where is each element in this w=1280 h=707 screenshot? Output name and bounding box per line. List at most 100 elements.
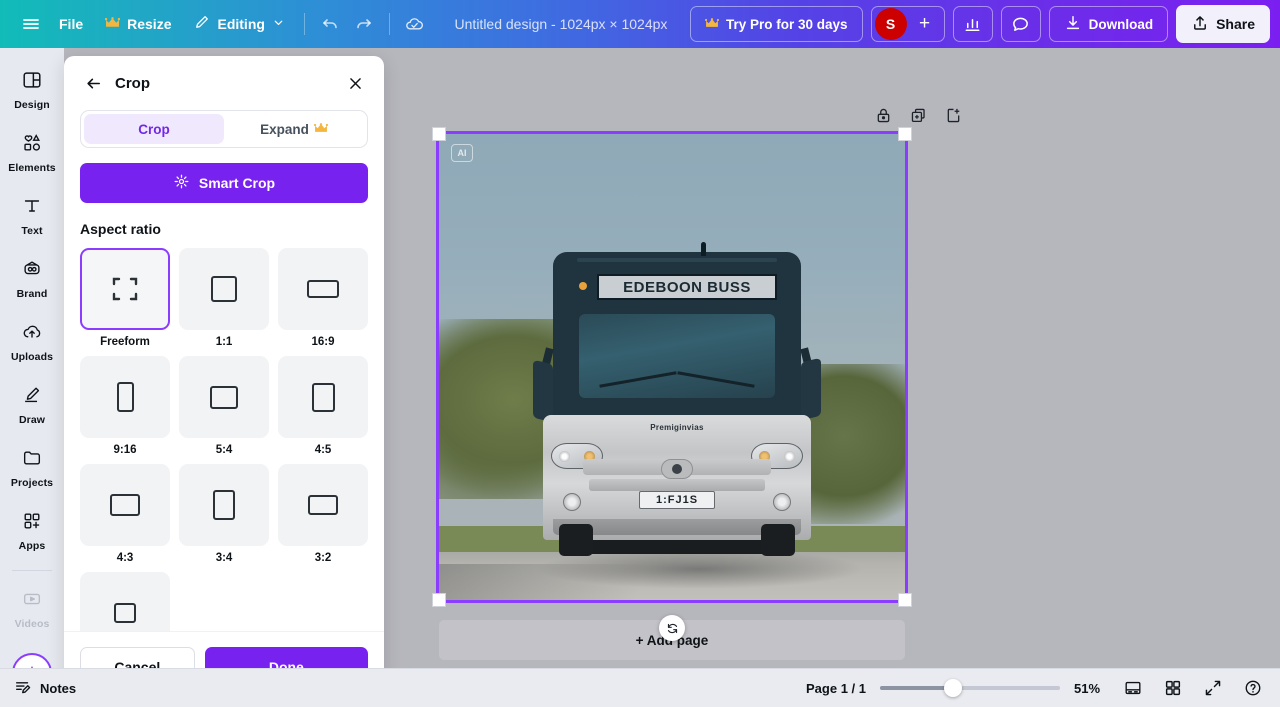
design-title[interactable]: Untitled design - 1024px × 1024px bbox=[455, 16, 668, 32]
rect-icon-4-3 bbox=[110, 494, 140, 516]
headlight-bulb-main-right bbox=[784, 450, 795, 462]
aspect-ratio-9-16[interactable]: 9:16 bbox=[80, 356, 170, 456]
crop-handle-bottom-left[interactable] bbox=[432, 593, 446, 607]
add-collaborator-button[interactable]: + bbox=[910, 8, 940, 40]
aspect-ratio-4-3[interactable]: 4:3 bbox=[80, 464, 170, 564]
back-arrow-icon[interactable] bbox=[80, 70, 106, 96]
zoom-slider[interactable] bbox=[880, 679, 1060, 697]
bottom-right-group: Page 1 / 1 51% bbox=[806, 675, 1280, 701]
sidebar-item-draw[interactable]: Draw bbox=[0, 377, 64, 433]
top-toolbar: File Resize Editing Untitled design - 10… bbox=[0, 0, 1280, 48]
crop-panel-header: Crop bbox=[64, 56, 384, 110]
aspect-ratio-freeform[interactable]: Freeform bbox=[80, 248, 170, 348]
notes-button[interactable]: Notes bbox=[0, 678, 76, 699]
lock-icon[interactable] bbox=[874, 106, 893, 125]
sidebar-item-brand-label: Brand bbox=[16, 288, 48, 300]
ai-badge: AI bbox=[451, 144, 473, 162]
tab-crop[interactable]: Crop bbox=[84, 114, 224, 144]
grid-view-icon[interactable] bbox=[1120, 675, 1146, 701]
sidebar-item-projects-label: Projects bbox=[10, 477, 54, 489]
notes-label: Notes bbox=[40, 680, 77, 696]
download-button[interactable]: Download bbox=[1048, 6, 1169, 42]
aspect-ratio-next-row-box bbox=[80, 572, 170, 631]
toolbar-left-group: File Resize Editing bbox=[0, 8, 432, 40]
try-pro-label: Try Pro for 30 days bbox=[726, 16, 848, 32]
close-icon[interactable] bbox=[342, 70, 368, 96]
bus-brand-text: Premiginvias bbox=[650, 423, 704, 432]
crop-handle-top-right[interactable] bbox=[898, 127, 912, 141]
editing-mode-button[interactable]: Editing bbox=[182, 8, 295, 40]
undo-icon[interactable] bbox=[313, 8, 347, 40]
foglight-right bbox=[773, 493, 791, 511]
sidebar-item-apps[interactable]: Apps bbox=[0, 503, 64, 559]
page-indicator: Page 1 / 1 bbox=[806, 680, 866, 696]
rect-icon-1-1 bbox=[211, 276, 237, 302]
sidebar-item-videos[interactable]: Videos bbox=[0, 581, 64, 637]
sidebar-item-brand[interactable]: Brand bbox=[0, 251, 64, 307]
crop-handle-top-left[interactable] bbox=[432, 127, 446, 141]
text-icon bbox=[21, 195, 43, 222]
insights-icon[interactable] bbox=[952, 6, 993, 42]
aspect-ratio-title: Aspect ratio bbox=[80, 221, 161, 237]
freeform-icon bbox=[112, 277, 138, 301]
help-icon[interactable] bbox=[1240, 675, 1266, 701]
rotate-handle-icon[interactable] bbox=[659, 615, 685, 641]
sidebar-item-design[interactable]: Design bbox=[0, 62, 64, 118]
aspect-ratio-4-5[interactable]: 4:5 bbox=[278, 356, 368, 456]
destination-sign: EDEBOON BUSS bbox=[597, 274, 777, 300]
pages-view-icon[interactable] bbox=[1160, 675, 1186, 701]
redo-icon[interactable] bbox=[347, 8, 381, 40]
aspect-ratio-1-1[interactable]: 1:1 bbox=[179, 248, 269, 348]
toolbar-divider bbox=[303, 13, 305, 35]
download-icon bbox=[1064, 14, 1082, 35]
aspect-ratio-5-4[interactable]: 5:4 bbox=[179, 356, 269, 456]
rect-icon-16-9 bbox=[307, 280, 339, 298]
tab-expand[interactable]: Expand bbox=[224, 114, 364, 144]
add-page-icon[interactable] bbox=[944, 106, 963, 125]
crop-panel-body: Crop Expand Smart Crop Aspect ratio Free… bbox=[64, 110, 384, 631]
apps-icon bbox=[21, 510, 43, 537]
crown-icon bbox=[104, 17, 121, 31]
aspect-ratio-1-1-box bbox=[179, 248, 269, 330]
resize-button[interactable]: Resize bbox=[94, 8, 182, 40]
aspect-ratio-next-row[interactable] bbox=[80, 572, 170, 631]
sidebar-item-elements-label: Elements bbox=[8, 162, 56, 174]
elements-icon bbox=[21, 132, 43, 159]
duplicate-page-icon[interactable] bbox=[909, 106, 928, 125]
cloud-saved-icon[interactable] bbox=[398, 8, 432, 40]
avatar[interactable]: S bbox=[874, 8, 907, 40]
grille-lower bbox=[589, 479, 765, 491]
aspect-ratio-5-4-box bbox=[179, 356, 269, 438]
canva-editor: File Resize Editing Untitled design - 10… bbox=[0, 0, 1280, 707]
comment-icon[interactable] bbox=[1000, 6, 1041, 42]
sidebar-item-elements[interactable]: Elements bbox=[0, 125, 64, 181]
crop-expand-tabs: Crop Expand bbox=[80, 110, 368, 148]
sidebar-item-uploads[interactable]: Uploads bbox=[0, 314, 64, 370]
foglight-left bbox=[563, 493, 581, 511]
sidebar-item-apps-label: Apps bbox=[18, 540, 46, 552]
rect-icon-4-5 bbox=[311, 382, 335, 412]
try-pro-button[interactable]: Try Pro for 30 days bbox=[690, 6, 863, 42]
aspect-ratio-4-3-box bbox=[80, 464, 170, 546]
side-mirror-right bbox=[801, 357, 821, 421]
brand-icon bbox=[21, 258, 43, 285]
aspect-ratio-3-4[interactable]: 3:4 bbox=[179, 464, 269, 564]
toolbar-center-group: Untitled design - 1024px × 1024px bbox=[432, 16, 690, 32]
fullscreen-icon[interactable] bbox=[1200, 675, 1226, 701]
share-button[interactable]: Share bbox=[1176, 5, 1270, 43]
sidebar-item-projects[interactable]: Projects bbox=[0, 440, 64, 496]
side-mirror-left bbox=[533, 359, 553, 423]
aspect-ratio-3-2[interactable]: 3:2 bbox=[278, 464, 368, 564]
file-menu-button[interactable]: File bbox=[48, 8, 94, 40]
design-canvas-page[interactable]: EDEBOON BUSS Premiginvias 1:FJ1S AI bbox=[436, 131, 908, 603]
aspect-ratio-16-9[interactable]: 16:9 bbox=[278, 248, 368, 348]
wheel-left bbox=[559, 524, 593, 556]
uploads-icon bbox=[21, 321, 43, 348]
sidebar-item-text[interactable]: Text bbox=[0, 188, 64, 244]
bus-under-skirt bbox=[573, 540, 781, 554]
zoom-slider-knob[interactable] bbox=[944, 679, 962, 697]
design-icon bbox=[21, 69, 43, 96]
hamburger-icon[interactable] bbox=[14, 8, 48, 40]
smart-crop-button[interactable]: Smart Crop bbox=[80, 163, 368, 203]
crop-handle-bottom-right[interactable] bbox=[898, 593, 912, 607]
